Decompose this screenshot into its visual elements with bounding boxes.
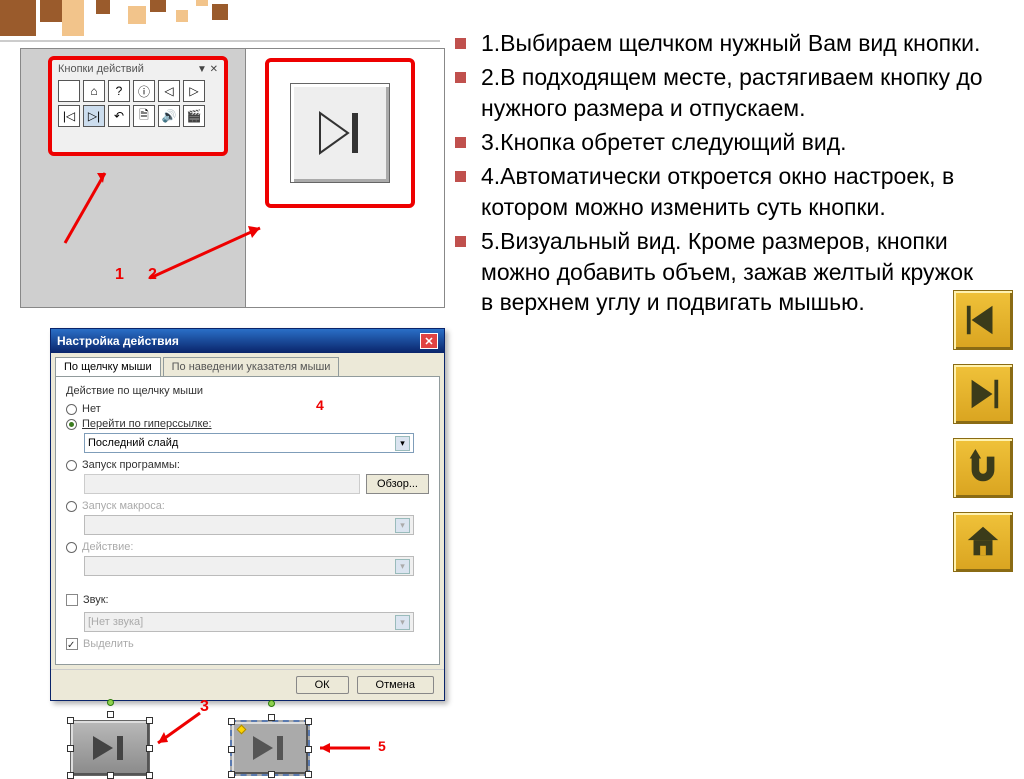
action-btn-doc[interactable]: 🗎: [133, 105, 155, 127]
action-btn-movie[interactable]: 🎬: [183, 105, 205, 127]
radio-hyperlink[interactable]: [66, 419, 77, 430]
browse-button[interactable]: Обзор...: [366, 474, 429, 494]
tab-hover[interactable]: По наведении указателя мыши: [163, 357, 340, 376]
action-btn-help[interactable]: ?: [108, 80, 130, 102]
program-path-field[interactable]: [84, 474, 360, 494]
macro-combo: ▾: [84, 515, 414, 535]
decorative-squares: [0, 0, 260, 50]
ok-button[interactable]: ОК: [296, 676, 349, 694]
instruction-list: 1.Выбираем щелчком нужный Вам вид кнопки…: [455, 28, 985, 321]
action-btn-sound[interactable]: 🔊: [158, 105, 180, 127]
action-btn-next[interactable]: ▷: [183, 80, 205, 102]
toolbar-controls: ▼ ✕: [197, 64, 218, 75]
action-buttons-toolbar: Кнопки действий ▼ ✕ ⌂ ? ⓘ ◁ ▷ |◁ ▷| ↶ 🗎 …: [48, 56, 228, 156]
nav-prev-button[interactable]: [953, 290, 1013, 350]
dialog-title: Настройка действия: [57, 334, 179, 348]
action-btn-info[interactable]: ⓘ: [133, 80, 155, 102]
tab-click[interactable]: По щелчку мыши: [55, 357, 161, 376]
nav-home-button[interactable]: [953, 512, 1013, 572]
button-preview: [265, 58, 415, 208]
action-btn-empty[interactable]: [58, 80, 80, 102]
action-combo: ▾: [84, 556, 414, 576]
toolbar-title: Кнопки действий: [58, 63, 144, 75]
nav-return-button[interactable]: [953, 438, 1013, 498]
sound-checkbox[interactable]: [66, 594, 78, 606]
action-btn-first[interactable]: |◁: [58, 105, 80, 127]
label-4: 4: [316, 397, 324, 413]
hyperlink-combo[interactable]: Последний слайд▾: [84, 433, 414, 453]
highlight-checkbox[interactable]: [66, 638, 78, 650]
step-4: 4.Автоматически откроется окно настроек,…: [455, 161, 985, 222]
label-1: 1: [115, 266, 124, 284]
close-icon[interactable]: ✕: [420, 333, 438, 349]
step-1: 1.Выбираем щелчком нужный Вам вид кнопки…: [455, 28, 985, 58]
radio-none[interactable]: [66, 404, 77, 415]
action-settings-dialog: Настройка действия ✕ По щелчку мыши По н…: [50, 328, 445, 701]
radio-action: [66, 542, 77, 553]
placed-button-3[interactable]: [70, 720, 150, 776]
step-2: 2.В подходящем месте, растягиваем кнопку…: [455, 62, 985, 123]
step-3: 3.Кнопка обретет следующий вид.: [455, 127, 985, 157]
sound-combo: [Нет звука]▾: [84, 612, 414, 632]
placed-button-5[interactable]: [230, 720, 310, 776]
cancel-button[interactable]: Отмена: [357, 676, 434, 694]
label-5: 5: [378, 738, 386, 754]
chevron-down-icon[interactable]: ▾: [395, 436, 410, 451]
action-btn-return[interactable]: ↶: [108, 105, 130, 127]
radio-macro: [66, 501, 77, 512]
nav-next-button[interactable]: [953, 364, 1013, 424]
group-label: Действие по щелчку мыши: [66, 385, 429, 397]
action-btn-home[interactable]: ⌂: [83, 80, 105, 102]
step-5: 5.Визуальный вид. Кроме размеров, кнопки…: [455, 226, 985, 317]
label-3: 3: [200, 698, 209, 716]
action-btn-prev[interactable]: ◁: [158, 80, 180, 102]
radio-run-program[interactable]: [66, 460, 77, 471]
action-btn-last[interactable]: ▷|: [83, 105, 105, 127]
label-2: 2: [148, 266, 157, 284]
